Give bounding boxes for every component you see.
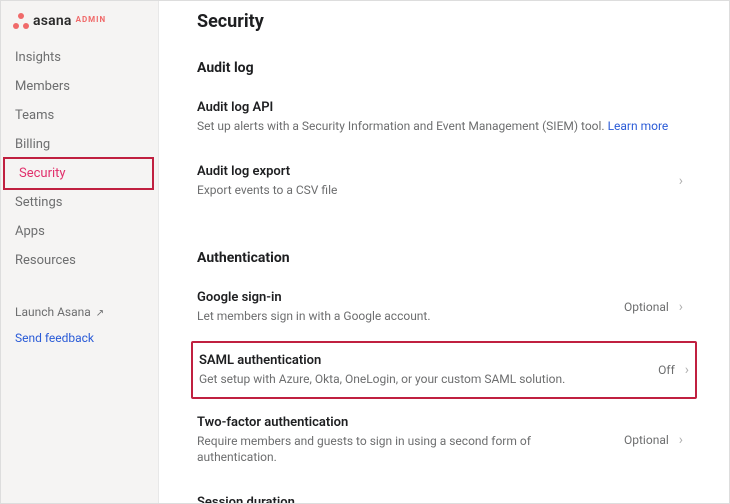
setting-saml-title: SAML authentication	[199, 353, 646, 368]
setting-audit-export-desc: Export events to a CSV file	[197, 182, 669, 198]
setting-audit-api-desc-text: Set up alerts with a Security Informatio…	[197, 119, 608, 133]
setting-audit-api-title: Audit log API	[197, 100, 683, 115]
main-content: Security Audit log Audit log API Set up …	[159, 1, 729, 503]
page-title: Security	[197, 11, 691, 32]
setting-body: Audit log export Export events to a CSV …	[197, 164, 669, 198]
asana-logo-icon	[13, 13, 29, 29]
sidebar-item-apps[interactable]: Apps	[1, 217, 158, 246]
setting-google-title: Google sign-in	[197, 290, 612, 305]
admin-frame: asana ADMIN Insights Members Teams Billi…	[0, 0, 730, 504]
setting-tfa-title: Two-factor authentication	[197, 415, 612, 430]
setting-google-value: Optional	[624, 300, 669, 314]
chevron-right-icon: ›	[679, 299, 683, 315]
setting-session-title: Session duration	[197, 495, 511, 503]
setting-body: Session duration Set how long members ca…	[197, 495, 511, 503]
learn-more-link[interactable]: Learn more	[608, 119, 669, 133]
external-link-icon: ↗	[96, 308, 104, 319]
sidebar-item-billing[interactable]: Billing	[1, 130, 158, 159]
sidebar-item-security[interactable]: Security	[5, 159, 152, 188]
sidebar-item-security-highlight: Security	[3, 157, 154, 190]
sidebar: asana ADMIN Insights Members Teams Billi…	[1, 1, 159, 503]
setting-saml-value: Off	[658, 363, 675, 377]
sidebar-item-resources[interactable]: Resources	[1, 246, 158, 275]
brand-name: asana	[33, 13, 72, 29]
setting-audit-api-desc: Set up alerts with a Security Informatio…	[197, 118, 683, 134]
sidebar-item-teams[interactable]: Teams	[1, 101, 158, 130]
brand-suffix: ADMIN	[76, 15, 107, 24]
setting-body: Audit log API Set up alerts with a Secur…	[197, 100, 683, 134]
sidebar-item-insights[interactable]: Insights	[1, 43, 158, 72]
setting-audit-export[interactable]: Audit log export Export events to a CSV …	[197, 150, 691, 212]
setting-saml[interactable]: SAML authentication Get setup with Azure…	[191, 341, 697, 399]
setting-google-signin[interactable]: Google sign-in Let members sign in with …	[197, 276, 691, 338]
setting-audit-api[interactable]: Audit log API Set up alerts with a Secur…	[197, 86, 691, 148]
setting-google-desc: Let members sign in with a Google accoun…	[197, 308, 612, 324]
setting-body: Google sign-in Let members sign in with …	[197, 290, 612, 324]
setting-two-factor[interactable]: Two-factor authentication Require member…	[197, 401, 691, 479]
send-feedback-link[interactable]: Send feedback	[1, 325, 158, 351]
sidebar-nav: Insights Members Teams Billing Security …	[1, 43, 158, 275]
setting-tfa-value: Optional	[624, 433, 669, 447]
section-audit-title: Audit log	[197, 60, 691, 76]
sidebar-item-settings[interactable]: Settings	[1, 188, 158, 217]
setting-session-duration[interactable]: Session duration Set how long members ca…	[197, 481, 691, 503]
sidebar-item-members[interactable]: Members	[1, 72, 158, 101]
chevron-right-icon: ›	[679, 173, 683, 189]
setting-body: Two-factor authentication Require member…	[197, 415, 612, 465]
chevron-right-icon: ›	[679, 432, 683, 448]
chevron-right-icon: ›	[685, 362, 689, 378]
setting-audit-export-title: Audit log export	[197, 164, 669, 179]
section-auth-title: Authentication	[197, 250, 691, 266]
setting-tfa-desc: Require members and guests to sign in us…	[197, 433, 612, 465]
setting-saml-desc: Get setup with Azure, Okta, OneLogin, or…	[199, 371, 646, 387]
launch-asana-label: Launch Asana	[15, 305, 91, 319]
brand: asana ADMIN	[1, 7, 158, 43]
setting-body: SAML authentication Get setup with Azure…	[199, 353, 646, 387]
launch-asana-link[interactable]: Launch Asana ↗	[1, 299, 158, 325]
